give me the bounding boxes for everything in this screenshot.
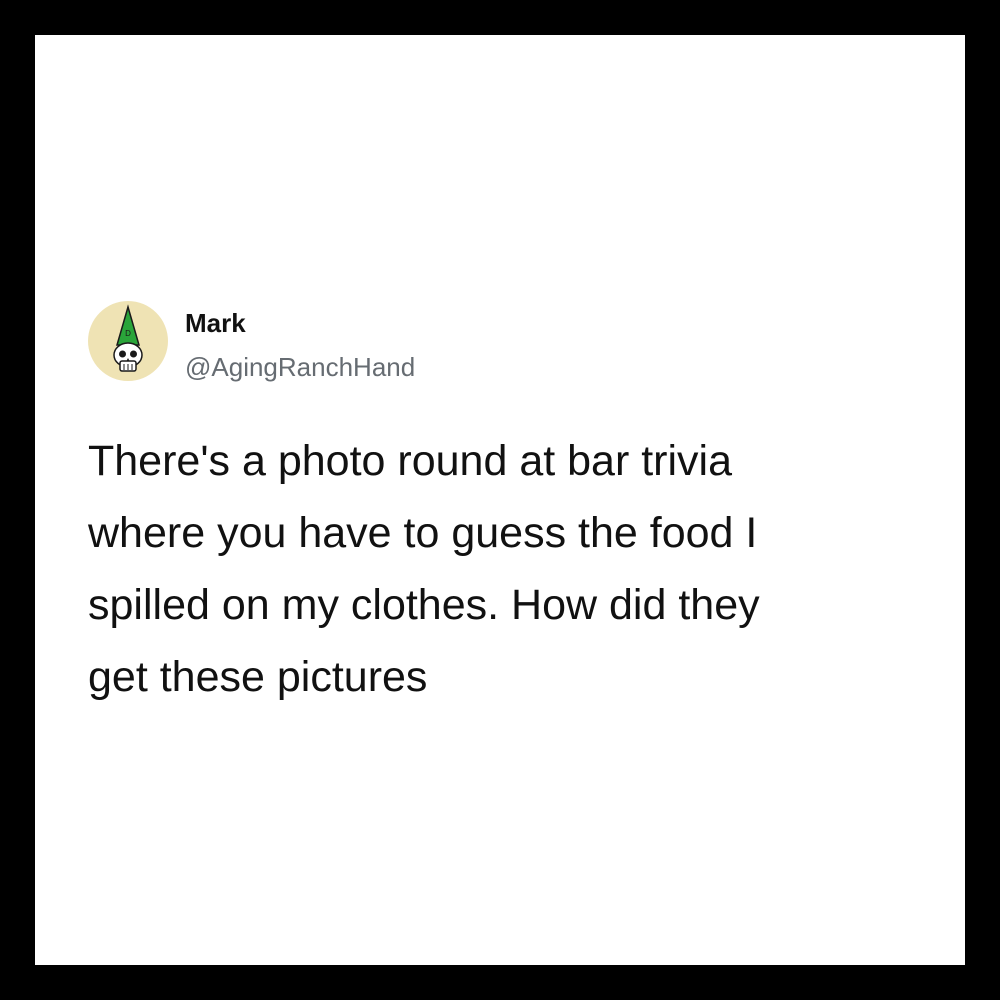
tweet-text-line: spilled on my clothes. How did they — [88, 581, 760, 629]
author-name[interactable]: Mark — [185, 307, 246, 339]
skull-with-green-party-hat-icon: D — [113, 304, 143, 372]
tweet-text-line: where you have to guess the food I — [88, 509, 758, 557]
tweet-card: D Mark @AgingRanchHand There's a photo r… — [35, 35, 965, 965]
tweet-text: There's a photo round at bar trivia wher… — [88, 425, 918, 713]
tweet-text-line: get these pictures — [88, 653, 428, 701]
avatar[interactable]: D — [88, 301, 168, 381]
hat-letter: D — [125, 329, 131, 338]
author-handle[interactable]: @AgingRanchHand — [185, 351, 415, 383]
tweet-text-line: There's a photo round at bar trivia — [88, 437, 733, 485]
